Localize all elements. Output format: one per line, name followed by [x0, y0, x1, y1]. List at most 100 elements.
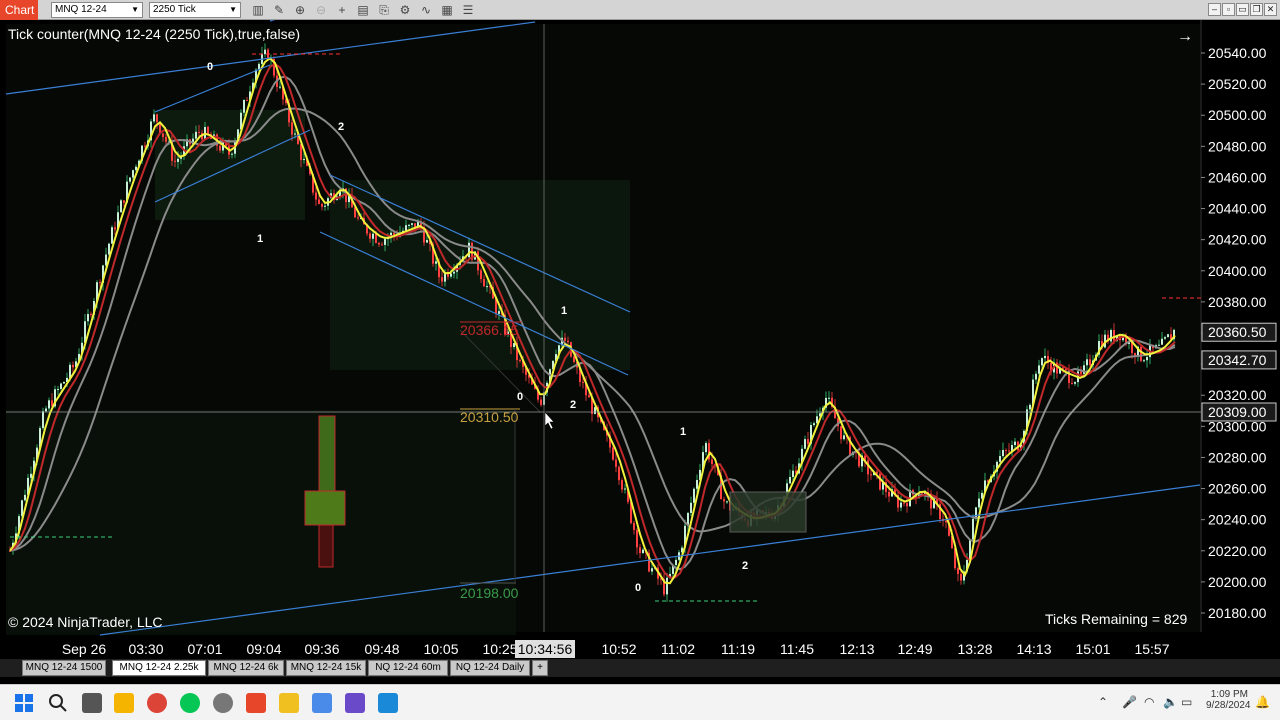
candle-body: [30, 473, 32, 478]
tab-mnq-6k[interactable]: MNQ 12-24 6k: [208, 660, 284, 676]
notification-bell-icon[interactable]: 🔔: [1255, 695, 1270, 709]
media-player-icon[interactable]: [279, 693, 299, 713]
candle-body: [294, 133, 296, 135]
candle-body: [813, 423, 815, 426]
candle-body: [264, 49, 266, 55]
bar-style-icon[interactable]: ▥: [250, 2, 266, 18]
candle-body: [324, 205, 326, 207]
maximize-icon[interactable]: ❐: [1250, 3, 1263, 16]
chart-trader-icon[interactable]: ☰: [460, 2, 476, 18]
minimize-icon[interactable]: –: [1208, 3, 1221, 16]
candle-body: [174, 160, 176, 162]
candle-body: [195, 131, 197, 139]
candle-body: [405, 225, 407, 231]
range-box[interactable]: [729, 491, 807, 533]
time-tick-label: 11:02: [661, 641, 695, 657]
properties-icon[interactable]: ▤: [355, 2, 371, 18]
candle-body: [1074, 382, 1076, 384]
video-editor-icon[interactable]: [345, 693, 365, 713]
speaker-icon[interactable]: 🔈: [1163, 695, 1178, 709]
tab-mnq-2-25k[interactable]: MNQ 12-24 2.25k: [112, 660, 206, 676]
time-tick-label: 03:30: [128, 641, 163, 657]
taskbar-clock[interactable]: 1:09 PM 9/28/2024: [1206, 689, 1251, 711]
zoom-in-icon[interactable]: ⊕: [292, 2, 308, 18]
interval-selector[interactable]: 2250 Tick ▼: [149, 2, 241, 18]
candle-body: [375, 233, 377, 243]
candle-body: [639, 547, 641, 554]
candle-body: [903, 502, 905, 504]
chart-canvas[interactable]: 20540.00 20520.00 20500.00 20480.00 20460.00…: [0, 20, 1280, 660]
candle-body: [999, 456, 1001, 462]
candle-body: [1035, 373, 1037, 380]
clock-time: 1:09 PM: [1210, 689, 1248, 700]
indicator-icon[interactable]: ∿: [418, 2, 434, 18]
clock-date: 9/28/2024: [1206, 700, 1251, 711]
tile-icon[interactable]: ▫: [1222, 3, 1235, 16]
candle-body: [726, 501, 728, 503]
wave-label: 2: [742, 560, 749, 572]
candle-body: [1029, 404, 1031, 410]
chrome-icon[interactable]: [147, 693, 167, 713]
chart-tab[interactable]: Chart: [0, 0, 38, 20]
interval-value: 2250 Tick: [153, 4, 196, 15]
candle-body: [945, 520, 947, 523]
price-chart[interactable]: 20540.00 20520.00 20500.00 20480.00 20460.00…: [0, 20, 1280, 660]
zoom-out-icon[interactable]: ⊖: [313, 2, 329, 18]
battery-icon[interactable]: ▭: [1181, 695, 1192, 709]
candle-body: [1002, 449, 1004, 457]
candle-body: [315, 192, 317, 200]
price-tick-label: 20240.00: [1208, 512, 1267, 528]
restore-icon[interactable]: ▭: [1236, 3, 1249, 16]
candle-body: [1158, 344, 1160, 346]
tab-mnq-15k[interactable]: MNQ 12-24 15k: [286, 660, 366, 676]
remote-desktop-icon[interactable]: [378, 693, 398, 713]
price-tick-label: 20220.00: [1208, 543, 1267, 559]
search-icon[interactable]: [48, 693, 68, 713]
wave-label: 1: [680, 426, 687, 438]
close-icon[interactable]: ✕: [1264, 3, 1277, 16]
microphone-icon[interactable]: 🎤: [1122, 695, 1137, 709]
wave-label: 0: [207, 61, 214, 73]
chevron-down-icon: ▼: [229, 5, 237, 14]
calculator-icon[interactable]: [312, 693, 332, 713]
candle-body: [123, 200, 125, 203]
tab-nq-daily[interactable]: NQ 12-24 Daily: [450, 660, 530, 676]
candle-body: [372, 233, 374, 239]
time-tick-label: 12:49: [897, 641, 932, 657]
wifi-icon[interactable]: ◠: [1144, 695, 1154, 709]
ninjatrader-icon[interactable]: [246, 693, 266, 713]
task-view-icon[interactable]: [82, 693, 102, 713]
time-tick-label: Sep 26: [62, 641, 107, 657]
candle-body: [219, 145, 221, 151]
add-tab-button[interactable]: +: [532, 660, 548, 676]
wave-label: 1: [561, 305, 568, 317]
arrow-right-icon[interactable]: →: [1177, 28, 1193, 46]
tab-nq-60m[interactable]: NQ 12-24 60m: [368, 660, 448, 676]
crosshair-icon[interactable]: +: [334, 2, 350, 18]
instrument-selector[interactable]: MNQ 12-24 ▼: [51, 2, 143, 18]
ma-price-tag-text: 20342.70: [1208, 352, 1267, 368]
draw-icon[interactable]: ✎: [271, 2, 287, 18]
candle-body: [111, 227, 113, 244]
file-explorer-icon[interactable]: [114, 693, 134, 713]
candle-body: [588, 395, 590, 398]
candle-body: [132, 170, 134, 178]
candle-body: [567, 340, 569, 343]
candle-body: [675, 559, 677, 565]
price-tick-label: 20280.00: [1208, 449, 1267, 465]
time-tick-label: 09:48: [364, 641, 399, 657]
line-app-icon[interactable]: [180, 693, 200, 713]
data-box-icon[interactable]: ▦: [439, 2, 455, 18]
tab-mnq-1500[interactable]: MNQ 12-24 1500: [22, 660, 106, 676]
strategy-icon[interactable]: ⚙: [397, 2, 413, 18]
candle-body: [450, 273, 452, 277]
chevron-up-icon[interactable]: ⌃: [1098, 695, 1108, 709]
settings-icon[interactable]: [213, 693, 233, 713]
candle-body: [582, 381, 584, 383]
candle-body: [90, 314, 92, 316]
chevron-down-icon: ▼: [131, 5, 139, 14]
template-icon[interactable]: ⎘: [376, 2, 392, 18]
windows-start-icon[interactable]: [14, 693, 34, 713]
time-tick-label: 15:57: [1134, 641, 1169, 657]
candle-body: [120, 200, 122, 213]
